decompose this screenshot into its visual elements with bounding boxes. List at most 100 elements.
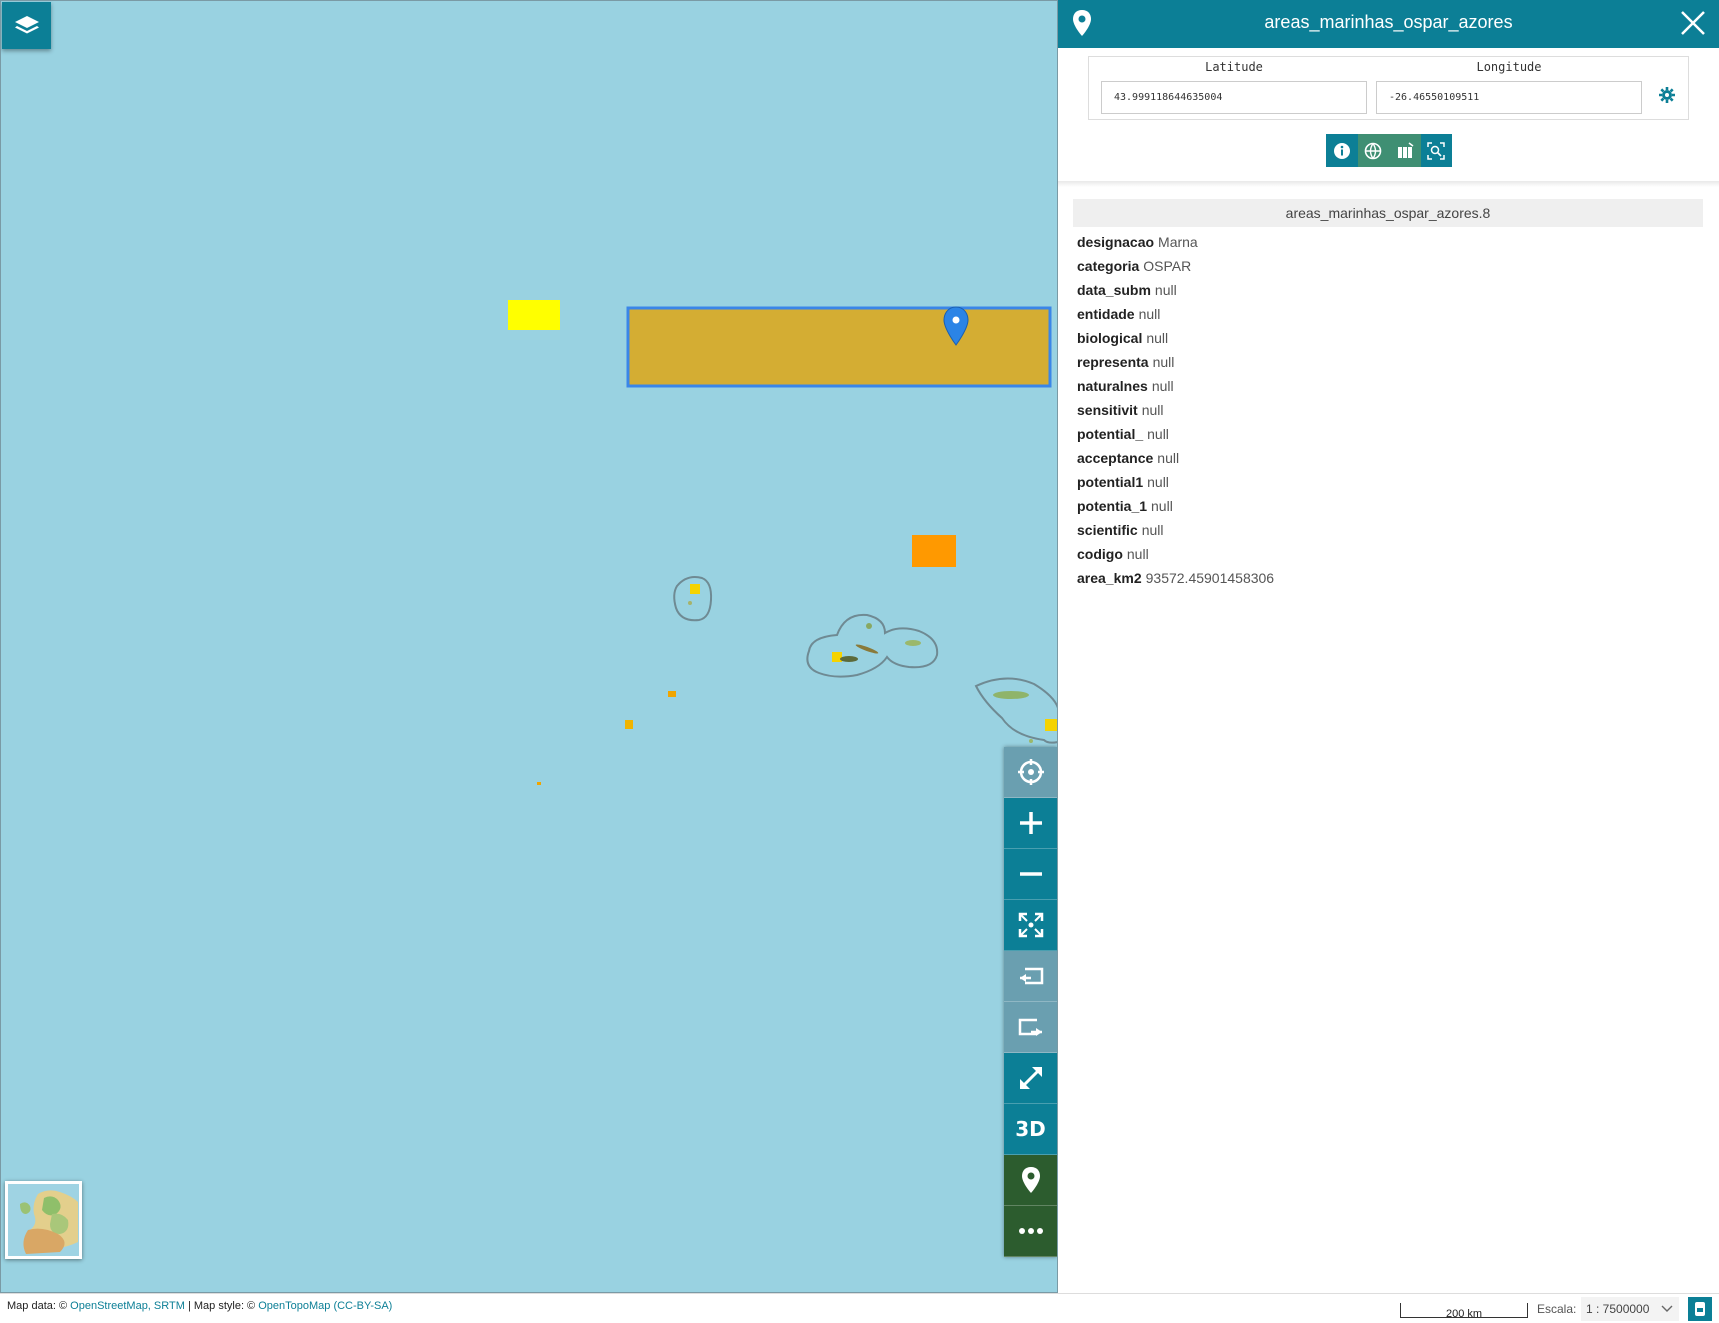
attribute-row: potential_ null: [1077, 422, 1274, 446]
print-icon: [1695, 1302, 1705, 1316]
marine-area-orange[interactable]: [912, 535, 956, 567]
attribute-key: biological: [1077, 330, 1143, 346]
attribute-value: null: [1141, 522, 1164, 538]
panel-header: areas_marinhas_ospar_azores: [1058, 0, 1719, 48]
attribute-key: potential1: [1077, 474, 1144, 490]
osm-link[interactable]: OpenStreetMap, SRTM: [70, 1300, 185, 1312]
footer-action-button[interactable]: [1688, 1297, 1712, 1321]
latitude-input[interactable]: 43.999118644635004: [1101, 81, 1367, 114]
attribute-row: potential1 null: [1077, 470, 1274, 494]
attribute-key: categoria: [1077, 258, 1140, 274]
zoom-to-extent-button[interactable]: [1004, 900, 1057, 951]
locate-icon: [1017, 759, 1044, 785]
island-buffer-west: [673, 576, 713, 622]
scale-label: Escala:: [1537, 1302, 1577, 1316]
globe-button[interactable]: [1357, 134, 1389, 167]
next-extent-icon: [1018, 1018, 1042, 1036]
marine-area-small[interactable]: [1045, 719, 1058, 731]
attribute-row: sensitivit null: [1077, 398, 1274, 422]
layers-button[interactable]: [2, 2, 51, 49]
attribute-list: designacao Marna categoria OSPAR data_subm nu…: [1077, 230, 1274, 590]
layers-icon: [14, 15, 39, 33]
attribute-value: null: [1157, 450, 1180, 466]
chevron-down-icon: [1661, 1305, 1673, 1312]
attribute-key: designacao: [1077, 234, 1155, 250]
3d-label: 3D: [1015, 1117, 1046, 1141]
island: [866, 623, 872, 629]
fit-extent-icon: [1018, 912, 1043, 938]
feature-info-panel: areas_marinhas_ospar_azores Latitude Lon…: [1058, 0, 1719, 1293]
overview-minimap[interactable]: [5, 1181, 82, 1259]
previous-extent-button[interactable]: [1004, 951, 1057, 1002]
marine-area-small[interactable]: [537, 782, 541, 785]
map-canvas[interactable]: [1, 1, 1058, 1293]
zoom-in-icon: [1019, 812, 1042, 834]
columns-icon: [1397, 141, 1414, 158]
status-footer: Map data: © OpenStreetMap, SRTM | Map st…: [0, 1293, 1719, 1323]
zoom-feature-button[interactable]: [1420, 134, 1452, 167]
attribute-row: naturalnes null: [1077, 374, 1274, 398]
license-link[interactable]: (CC-BY-SA): [333, 1300, 392, 1312]
zoom-out-button[interactable]: [1004, 849, 1057, 900]
marine-area-small[interactable]: [668, 691, 676, 697]
attribute-row: representa null: [1077, 350, 1274, 374]
attribute-row: designacao Marna: [1077, 230, 1274, 254]
more-button[interactable]: [1004, 1206, 1057, 1257]
pin-icon: [1021, 1167, 1040, 1193]
island-buffer-east: [974, 677, 1057, 744]
attribute-value: null: [1147, 426, 1169, 442]
attribute-key: entidade: [1077, 306, 1135, 322]
attribute-value: null: [1141, 402, 1164, 418]
panel-title: areas_marinhas_ospar_azores: [1264, 12, 1513, 32]
attribute-value: Marna: [1158, 234, 1198, 250]
marine-area-small[interactable]: [625, 720, 633, 729]
add-pin-button[interactable]: [1004, 1155, 1057, 1206]
fullscreen-button[interactable]: [1004, 1053, 1057, 1104]
attribute-row: acceptance null: [1077, 446, 1274, 470]
coordinate-settings-button[interactable]: [1659, 87, 1675, 107]
opentopomap-link[interactable]: OpenTopoMap: [258, 1300, 330, 1312]
attribute-row: data_subm null: [1077, 278, 1274, 302]
minimap-image: [8, 1184, 79, 1256]
more-icon: [1018, 1228, 1043, 1234]
longitude-input[interactable]: -26.46550109511: [1376, 81, 1642, 114]
map-view[interactable]: 3D: [0, 0, 1058, 1293]
attribute-value: null: [1126, 546, 1149, 562]
locate-button[interactable]: [1004, 747, 1057, 798]
zoom-in-button[interactable]: [1004, 798, 1057, 849]
info-icon: [1333, 142, 1350, 159]
3d-button[interactable]: 3D: [1004, 1104, 1057, 1155]
close-button[interactable]: [1679, 9, 1707, 41]
marine-area-yellow[interactable]: [508, 300, 560, 330]
columns-button[interactable]: [1389, 134, 1421, 167]
island: [840, 656, 858, 662]
app-root: 3D areas_marinhas_ospar_azores Latitude …: [0, 0, 1719, 1323]
attribute-value: null: [1151, 498, 1173, 514]
marine-area-small[interactable]: [690, 584, 700, 594]
attribute-key: potentia_1: [1077, 498, 1148, 514]
panel-divider: [1058, 181, 1719, 187]
info-button[interactable]: [1326, 134, 1358, 167]
attribute-key: data_subm: [1077, 282, 1151, 298]
attribute-key: area_km2: [1077, 570, 1142, 586]
attribution-mid: | Map style: ©: [187, 1300, 256, 1312]
feature-id-header: areas_marinhas_ospar_azores.8: [1073, 199, 1703, 227]
island: [855, 644, 879, 654]
attribute-value: null: [1138, 306, 1161, 322]
attribute-key: sensitivit: [1077, 402, 1138, 418]
marine-area-small[interactable]: [832, 652, 842, 662]
selected-marine-area[interactable]: [626, 306, 1052, 388]
scale-bar: 200 km: [1400, 1303, 1528, 1320]
island: [1029, 739, 1033, 743]
next-extent-button[interactable]: [1004, 1002, 1057, 1053]
scale-select[interactable]: 1 : 7500000: [1581, 1297, 1679, 1321]
attribute-value: OSPAR: [1143, 258, 1192, 274]
previous-extent-icon: [1019, 967, 1043, 985]
island-buffer-central: [806, 613, 939, 678]
island: [993, 691, 1029, 699]
close-icon: [1681, 11, 1705, 35]
fullscreen-icon: [1019, 1066, 1042, 1090]
attribute-value: null: [1151, 378, 1174, 394]
attribute-key: acceptance: [1077, 450, 1154, 466]
globe-icon: [1364, 142, 1382, 159]
